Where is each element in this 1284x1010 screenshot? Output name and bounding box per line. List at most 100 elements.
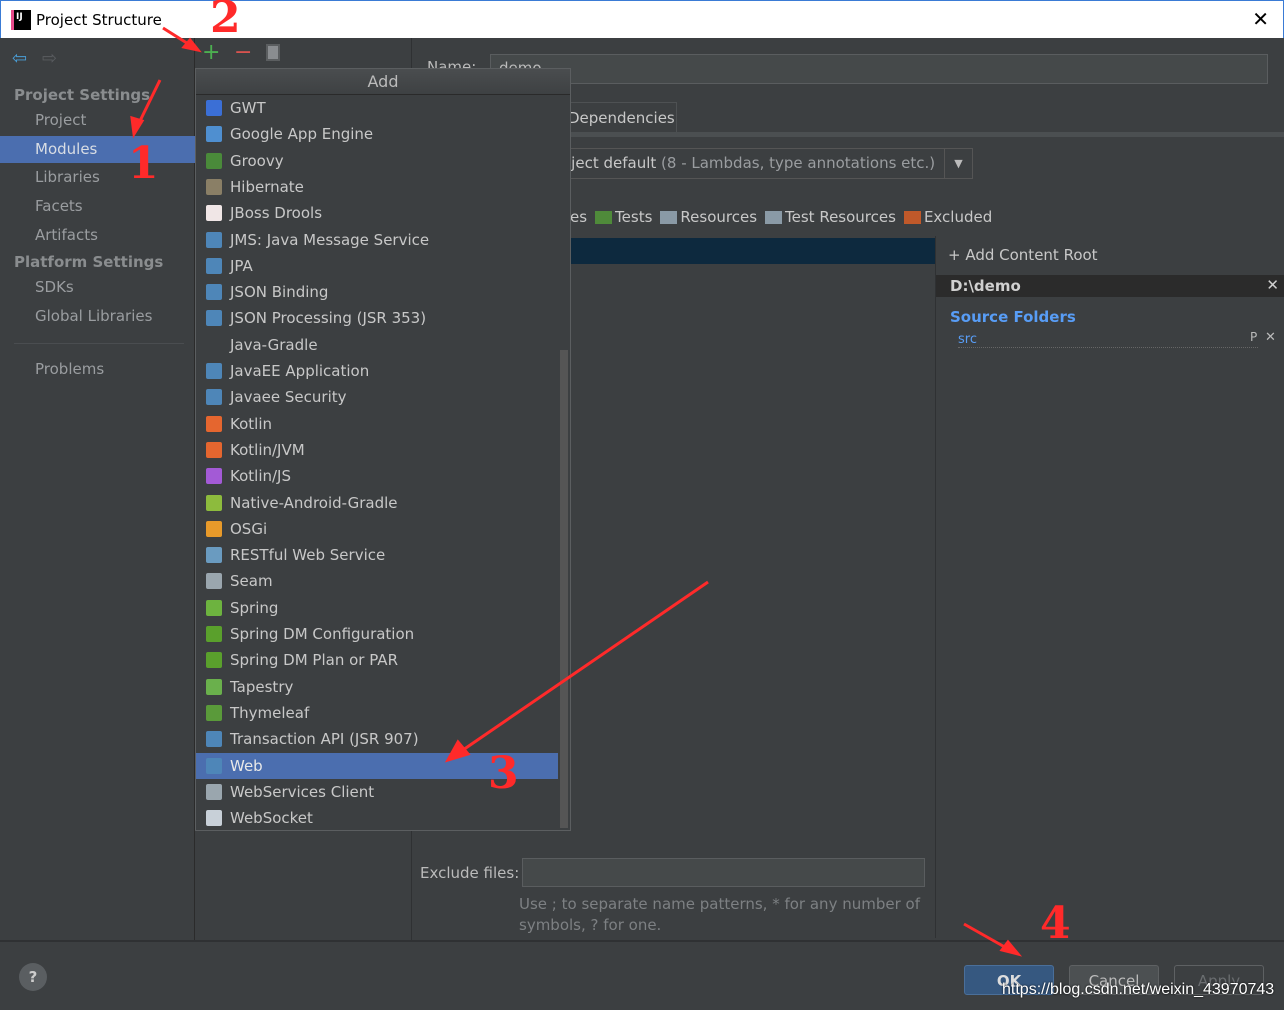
add-button[interactable]: + bbox=[202, 40, 220, 65]
popup-item-label: WebServices Client bbox=[230, 782, 375, 801]
popup-item-label: Spring bbox=[230, 598, 279, 617]
popup-item-label: Java-Gradle bbox=[230, 335, 318, 354]
popup-item-jms-java-message-service[interactable]: JMS: Java Message Service bbox=[196, 227, 558, 253]
tab-dependencies[interactable]: Dependencies bbox=[559, 102, 677, 132]
content-tree-selected-row[interactable] bbox=[571, 238, 935, 264]
popup-item-label: Kotlin/JS bbox=[230, 467, 291, 486]
popup-item-label: Tapestry bbox=[230, 677, 294, 696]
kotlin-icon bbox=[206, 415, 222, 432]
intellij-logo-icon: IJ bbox=[11, 10, 31, 30]
source-folder-src[interactable]: src bbox=[958, 332, 1258, 348]
popup-item-java-gradle[interactable]: Java-Gradle bbox=[196, 332, 558, 358]
close-icon[interactable]: ✕ bbox=[1252, 7, 1269, 31]
mark-as-tests[interactable]: Tests bbox=[595, 208, 652, 226]
popup-item-label: Google App Engine bbox=[230, 125, 374, 144]
popup-item-spring-dm-plan-or-par[interactable]: Spring DM Plan or PAR bbox=[196, 647, 558, 673]
sidebar-item-libraries[interactable]: Libraries bbox=[0, 164, 195, 191]
drools-icon bbox=[206, 205, 222, 222]
sidebar-item-modules[interactable]: Modules bbox=[0, 135, 195, 163]
popup-item-kotlin[interactable]: Kotlin bbox=[196, 411, 558, 437]
add-framework-popup: Add GWT Google App Engine Groovy Hibernate J… bbox=[195, 68, 571, 831]
popup-item-google-app-engine[interactable]: Google App Engine bbox=[196, 121, 558, 147]
annotation-1: 1 bbox=[128, 138, 159, 189]
popup-item-hibernate[interactable]: Hibernate bbox=[196, 174, 558, 200]
popup-item-label: JBoss Drools bbox=[230, 204, 323, 223]
sidebar-item-facets[interactable]: Facets bbox=[0, 193, 195, 220]
popup-item-groovy[interactable]: Groovy bbox=[196, 148, 558, 174]
language-level-detail: (8 - Lambdas, type annotations etc.) bbox=[661, 154, 936, 172]
popup-item-label: Thymeleaf bbox=[230, 703, 310, 722]
sidebar-item-problems[interactable]: Problems bbox=[0, 356, 195, 383]
popup-item-thymeleaf[interactable]: Thymeleaf bbox=[196, 700, 558, 726]
popup-item-label: WebSocket bbox=[230, 809, 313, 828]
sidebar-item-artifacts[interactable]: Artifacts bbox=[0, 222, 195, 249]
folder-icon bbox=[660, 210, 678, 224]
popup-item-label: Hibernate bbox=[230, 177, 304, 196]
popup-scrollbar[interactable] bbox=[560, 350, 568, 828]
hibernate-icon bbox=[206, 178, 222, 195]
title-bar: IJ Project Structure ✕ bbox=[0, 0, 1284, 38]
json-binding-icon bbox=[206, 284, 222, 301]
sidebar: ⇦ ⇨ Project Settings Project Modules Libra… bbox=[0, 38, 195, 940]
jpa-icon bbox=[206, 257, 222, 274]
source-folders-heading: Source Folders bbox=[950, 308, 1076, 326]
name-input[interactable]: demo bbox=[490, 54, 1268, 84]
popup-item-json-binding[interactable]: JSON Binding bbox=[196, 279, 558, 305]
websocket-icon bbox=[206, 810, 222, 827]
popup-item-websocket[interactable]: WebSocket bbox=[196, 805, 558, 831]
popup-item-kotlin-jvm[interactable]: Kotlin/JVM bbox=[196, 437, 558, 463]
watermark: https://blog.csdn.net/weixin_43970743 bbox=[1002, 981, 1275, 998]
divider bbox=[14, 343, 184, 344]
package-prefix-icon[interactable]: P bbox=[1250, 330, 1257, 344]
popup-item-restful-web-service[interactable]: RESTful Web Service bbox=[196, 542, 558, 568]
back-arrow-icon[interactable]: ⇦ bbox=[12, 48, 27, 69]
popup-item-label: Spring DM Plan or PAR bbox=[230, 651, 398, 670]
popup-item-label: Seam bbox=[230, 572, 273, 591]
mark-as-label: Tests bbox=[615, 208, 653, 226]
folder-icon bbox=[595, 210, 613, 224]
remove-content-root-icon[interactable]: ✕ bbox=[1266, 276, 1279, 294]
remove-source-folder-icon[interactable]: ✕ bbox=[1265, 330, 1276, 345]
popup-item-gwt[interactable]: GWT bbox=[196, 95, 558, 121]
mark-as-excluded[interactable]: Excluded bbox=[903, 208, 992, 226]
popup-item-label: Web bbox=[230, 756, 263, 775]
copy-icon[interactable] bbox=[266, 44, 280, 61]
exclude-files-label: Exclude files: bbox=[420, 864, 520, 882]
exclude-files-input[interactable] bbox=[522, 858, 925, 887]
help-button[interactable]: ? bbox=[19, 963, 47, 991]
popup-item-kotlin-js[interactable]: Kotlin/JS bbox=[196, 463, 558, 489]
mark-as-test-resources[interactable]: Test Resources bbox=[765, 208, 896, 226]
json-processing-icon bbox=[206, 310, 222, 327]
sidebar-item-project[interactable]: Project bbox=[0, 107, 195, 134]
popup-item-jboss-drools[interactable]: JBoss Drools bbox=[196, 200, 558, 226]
sidebar-item-sdks[interactable]: SDKs bbox=[0, 274, 195, 301]
android-icon bbox=[206, 494, 222, 511]
popup-item-label: GWT bbox=[230, 99, 266, 117]
popup-item-tapestry[interactable]: Tapestry bbox=[196, 674, 558, 700]
popup-item-native-android-gradle[interactable]: Native-Android-Gradle bbox=[196, 490, 558, 516]
spring-icon bbox=[206, 599, 222, 616]
mark-as-label: Resources bbox=[680, 208, 758, 226]
popup-item-label: JPA bbox=[230, 256, 253, 275]
jms-icon bbox=[206, 231, 222, 248]
popup-item-json-processing-jsr-353-[interactable]: JSON Processing (JSR 353) bbox=[196, 305, 558, 331]
popup-item-label: OSGi bbox=[230, 519, 268, 538]
popup-item-seam[interactable]: Seam bbox=[196, 568, 558, 594]
popup-item-label: JSON Processing (JSR 353) bbox=[230, 309, 427, 328]
popup-item-jpa[interactable]: JPA bbox=[196, 253, 558, 279]
kotlin-js-icon bbox=[206, 468, 222, 485]
remove-button[interactable]: − bbox=[234, 40, 252, 65]
popup-item-javaee-application[interactable]: JavaEE Application bbox=[196, 358, 558, 384]
mark-as-es[interactable]: es bbox=[570, 208, 587, 226]
language-level-select[interactable]: oject default (8 - Lambdas, type annotat… bbox=[553, 148, 973, 179]
popup-item-javaee-security[interactable]: Javaee Security bbox=[196, 384, 558, 410]
forward-arrow-icon[interactable]: ⇨ bbox=[42, 48, 57, 69]
popup-item-spring-dm-configuration[interactable]: Spring DM Configuration bbox=[196, 621, 558, 647]
sidebar-item-global-libraries[interactable]: Global Libraries bbox=[0, 303, 195, 330]
add-content-root-button[interactable]: + Add Content Root bbox=[948, 246, 1098, 264]
dropdown-arrow-icon[interactable]: ▼ bbox=[944, 149, 972, 178]
mark-as-resources[interactable]: Resources bbox=[660, 208, 757, 226]
popup-item-osgi[interactable]: OSGi bbox=[196, 516, 558, 542]
kotlin-jvm-icon bbox=[206, 441, 222, 458]
popup-item-spring[interactable]: Spring bbox=[196, 595, 558, 621]
